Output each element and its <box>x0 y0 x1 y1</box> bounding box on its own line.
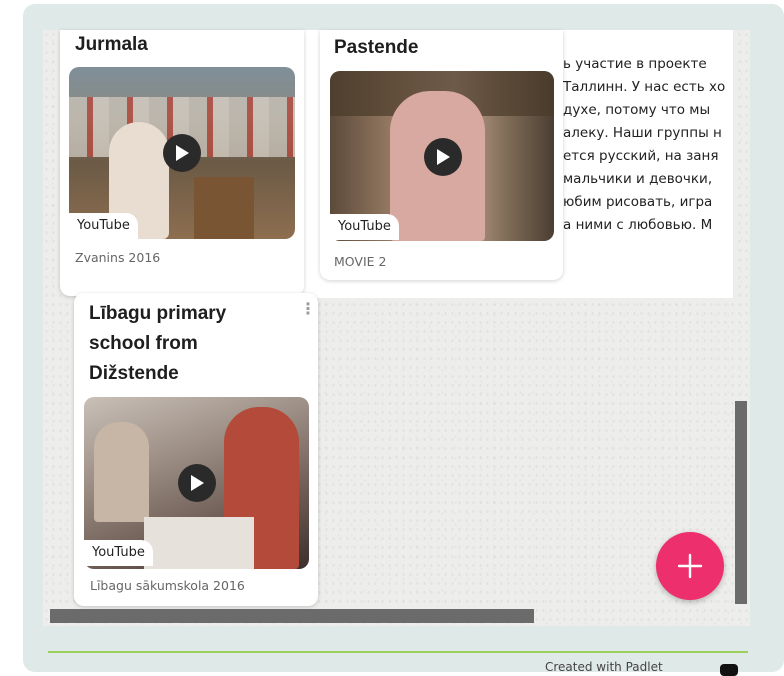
source-badge: YouTube <box>84 540 153 566</box>
play-icon[interactable] <box>163 134 201 172</box>
thumbnail-child-left <box>94 422 149 522</box>
post-card-jurmala[interactable]: Jurmala YouTube Zvanins 2016 <box>60 30 304 296</box>
post-card-pastende[interactable]: Pastende YouTube MOVIE 2 <box>320 30 563 280</box>
text-line: духе, потому что мы <box>563 102 711 118</box>
text-line: Таллинн. У нас есть хо <box>563 79 726 95</box>
post-title: Pastende <box>334 37 419 58</box>
vertical-scrollbar[interactable] <box>735 401 747 604</box>
more-options-icon[interactable]: ⋮ <box>300 301 316 317</box>
horizontal-scrollbar[interactable] <box>50 609 534 623</box>
text-line: ется русский, на заня <box>563 148 719 164</box>
text-line: мальчики и девочки, <box>563 171 713 187</box>
text-line: ь участие в проекте <box>563 56 707 72</box>
plus-icon <box>677 553 703 579</box>
post-caption: MOVIE 2 <box>334 254 387 269</box>
footer-divider <box>48 651 748 653</box>
play-icon[interactable] <box>424 138 462 176</box>
text-line: алеку. Наши группы н <box>563 125 722 141</box>
post-title-line: school from <box>89 333 198 354</box>
text-line: юбим рисовать, игра <box>563 194 713 210</box>
post-caption: Zvanins 2016 <box>75 250 161 265</box>
post-title-line: Dižstende <box>89 363 179 384</box>
post-title: Jurmala <box>75 34 148 55</box>
post-card-libagu[interactable]: ⋮ Lībagu primary school from Dižstende Y… <box>74 293 318 606</box>
thumbnail-chair <box>194 177 254 239</box>
post-caption: Lībagu sākumskola 2016 <box>90 578 245 593</box>
add-post-button[interactable] <box>656 532 724 600</box>
thumbnail-table <box>144 517 254 569</box>
post-title-line: Lībagu primary <box>89 303 227 324</box>
padlet-logo-icon <box>720 664 738 676</box>
source-badge: YouTube <box>69 213 138 239</box>
text-line: а ними с любовью. М <box>563 217 713 233</box>
play-icon[interactable] <box>178 464 216 502</box>
padlet-board[interactable]: ь участие в проекте Таллинн. У нас есть … <box>0 0 784 626</box>
source-badge: YouTube <box>330 214 399 240</box>
